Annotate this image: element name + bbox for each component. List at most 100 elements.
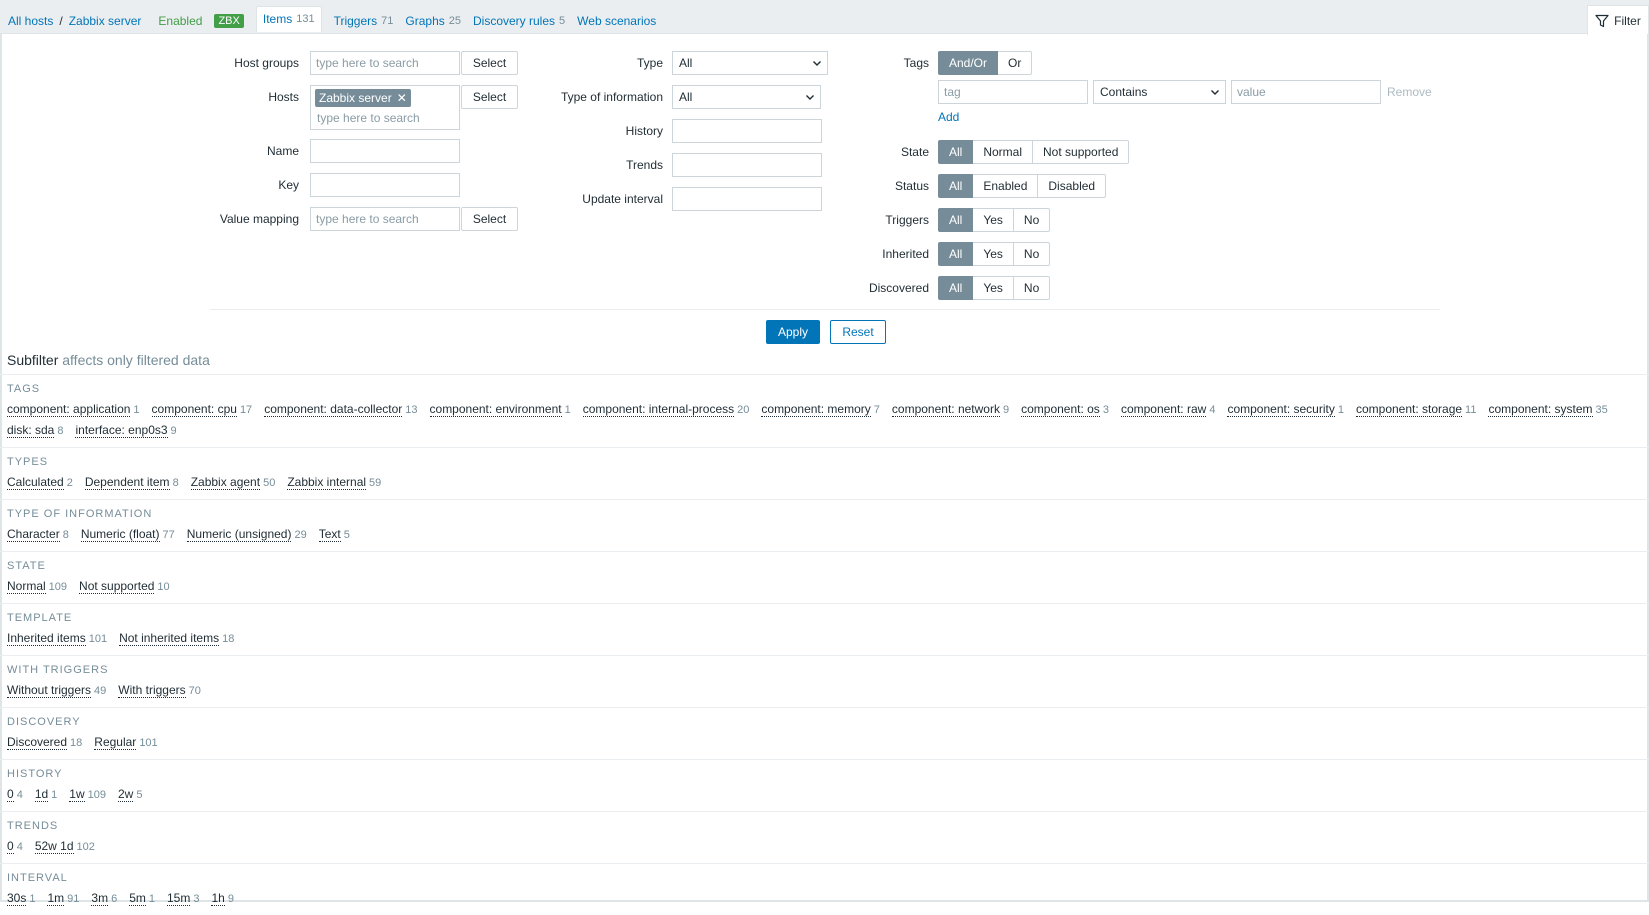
subfilter-item-label[interactable]: interface: enp0s3 — [75, 423, 168, 438]
subfilter-item[interactable]: 5m 1 — [129, 888, 155, 909]
subfilter-item[interactable]: component: storage 11 — [1355, 399, 1476, 420]
tab-discovery-rules-label[interactable]: Discovery rules — [473, 14, 555, 28]
subfilter-item-label[interactable]: component: os — [1021, 402, 1100, 417]
subfilter-item-label[interactable]: component: raw — [1120, 402, 1207, 417]
subfilter-item-label[interactable]: Zabbix internal — [287, 475, 367, 490]
subfilter-item[interactable]: Dependent item 8 — [84, 472, 179, 493]
tab-discovery-rules[interactable]: Discovery rules 5 — [473, 14, 565, 28]
subfilter-item[interactable]: Calculated 2 — [7, 472, 73, 493]
subfilter-item-label[interactable]: 3m — [91, 891, 109, 906]
remove-chip-icon[interactable]: ✕ — [397, 91, 407, 105]
subfilter-item-label[interactable]: Regular — [94, 735, 137, 750]
tab-graphs-label[interactable]: Graphs — [405, 14, 444, 28]
subfilter-item-label[interactable]: Not supported — [79, 579, 155, 594]
tab-graphs[interactable]: Graphs 25 — [405, 14, 461, 28]
name-input[interactable] — [310, 139, 460, 163]
subfilter-item-label[interactable]: 30s — [7, 891, 27, 906]
status-option-enabled[interactable]: Enabled — [973, 174, 1039, 198]
subfilter-item-label[interactable]: 15m — [167, 891, 191, 906]
subfilter-item-label[interactable]: 1m — [47, 891, 65, 906]
subfilter-item-label[interactable]: component: application — [7, 402, 131, 417]
trends-input[interactable] — [672, 153, 822, 177]
host-link[interactable]: Zabbix server — [69, 14, 142, 28]
tab-triggers[interactable]: Triggers 71 — [334, 14, 394, 28]
subfilter-item-label[interactable]: 2w — [118, 787, 134, 802]
triggers-option-yes[interactable]: Yes — [973, 208, 1014, 232]
host-groups-input[interactable] — [310, 51, 460, 75]
subfilter-item[interactable]: component: network 9 — [891, 399, 1009, 420]
subfilter-item[interactable]: Numeric (unsigned) 29 — [186, 524, 307, 545]
subfilter-item[interactable]: component: internal-process 20 — [582, 399, 749, 420]
subfilter-item-label[interactable]: component: internal-process — [582, 402, 735, 417]
tab-web-scenarios[interactable]: Web scenarios — [577, 14, 656, 28]
subfilter-item[interactable]: 1m 91 — [47, 888, 79, 909]
subfilter-item-label[interactable]: Not inherited items — [119, 631, 220, 646]
discovered-option-all[interactable]: All — [938, 276, 974, 300]
subfilter-item-label[interactable]: component: network — [891, 402, 1000, 417]
subfilter-item[interactable]: 52w 1d 102 — [34, 836, 95, 857]
subfilter-item[interactable]: 1w 109 — [69, 784, 106, 805]
subfilter-item[interactable]: Normal 109 — [7, 576, 67, 597]
subfilter-item[interactable]: component: os 3 — [1021, 399, 1109, 420]
remove-tag-button[interactable]: Remove — [1387, 85, 1432, 99]
subfilter-item[interactable]: Discovered 18 — [7, 732, 82, 753]
subfilter-item[interactable]: Character 8 — [7, 524, 69, 545]
apply-button[interactable]: Apply — [766, 320, 820, 344]
tag-name-input[interactable] — [938, 80, 1088, 104]
subfilter-item-label[interactable]: Calculated — [7, 475, 64, 490]
subfilter-item[interactable]: component: security 1 — [1227, 399, 1344, 420]
all-hosts-link[interactable]: All hosts — [8, 14, 53, 28]
subfilter-item-label[interactable]: Inherited items — [7, 631, 86, 646]
inherited-option-yes[interactable]: Yes — [973, 242, 1014, 266]
subfilter-item-label[interactable]: Without triggers — [7, 683, 92, 698]
state-option-all[interactable]: All — [938, 140, 974, 164]
type-select[interactable]: All — [672, 51, 828, 75]
tag-value-input[interactable] — [1231, 80, 1381, 104]
subfilter-item[interactable]: 04 — [7, 784, 23, 805]
discovered-option-yes[interactable]: Yes — [973, 276, 1014, 300]
tags-or-option[interactable]: Or — [998, 51, 1033, 75]
history-input[interactable] — [672, 119, 822, 143]
subfilter-item[interactable]: Text 5 — [318, 524, 350, 545]
subfilter-item-label[interactable]: component: data-collector — [264, 402, 403, 417]
subfilter-item-label[interactable]: Numeric (unsigned) — [186, 527, 292, 542]
triggers-option-no[interactable]: No — [1013, 208, 1051, 232]
reset-button[interactable]: Reset — [830, 320, 886, 344]
subfilter-item[interactable]: Inherited items 101 — [7, 628, 107, 649]
type-of-information-select[interactable]: All — [672, 85, 821, 109]
status-option-disabled[interactable]: Disabled — [1038, 174, 1107, 198]
subfilter-item[interactable]: 30s 1 — [7, 888, 35, 909]
subfilter-item[interactable]: 2w 5 — [118, 784, 142, 805]
state-option-normal[interactable]: Normal — [973, 140, 1034, 164]
subfilter-item[interactable]: Numeric (float) 77 — [80, 524, 175, 545]
tag-operator-select[interactable]: Contains — [1093, 80, 1226, 104]
subfilter-item[interactable]: component: environment 1 — [429, 399, 571, 420]
triggers-option-all[interactable]: All — [938, 208, 974, 232]
subfilter-item-label[interactable]: Character — [7, 527, 60, 542]
update-interval-input[interactable] — [672, 187, 822, 211]
subfilter-item[interactable]: 1d 1 — [34, 784, 57, 805]
host-groups-select-button[interactable]: Select — [461, 51, 518, 75]
subfilter-item[interactable]: Not supported 10 — [79, 576, 170, 597]
subfilter-item-label[interactable]: 0 — [7, 787, 14, 802]
subfilter-item[interactable]: component: system 35 — [1488, 399, 1608, 420]
subfilter-item-label[interactable]: component: environment — [429, 402, 562, 417]
inherited-option-no[interactable]: No — [1013, 242, 1051, 266]
value-mapping-select-button[interactable]: Select — [461, 207, 518, 231]
state-option-not-supported[interactable]: Not supported — [1033, 140, 1130, 164]
subfilter-item[interactable]: component: application 1 — [7, 399, 140, 420]
discovered-option-no[interactable]: No — [1013, 276, 1051, 300]
subfilter-item-label[interactable]: 52w 1d — [34, 839, 74, 854]
filter-toggle-tab[interactable]: Filter — [1587, 5, 1649, 35]
add-tag-link[interactable]: Add — [938, 110, 959, 124]
subfilter-item-label[interactable]: component: storage — [1355, 402, 1463, 417]
key-input[interactable] — [310, 173, 460, 197]
subfilter-item-label[interactable]: Discovered — [7, 735, 68, 750]
subfilter-item-label[interactable]: Normal — [7, 579, 46, 594]
tags-andor-option[interactable]: And/Or — [938, 51, 999, 75]
subfilter-item[interactable]: Without triggers 49 — [7, 680, 106, 701]
subfilter-item-label[interactable]: disk: sda — [7, 423, 55, 438]
subfilter-item-label[interactable]: component: security — [1227, 402, 1335, 417]
tab-web-scenarios-label[interactable]: Web scenarios — [577, 14, 656, 28]
subfilter-item-label[interactable]: 1w — [69, 787, 85, 802]
